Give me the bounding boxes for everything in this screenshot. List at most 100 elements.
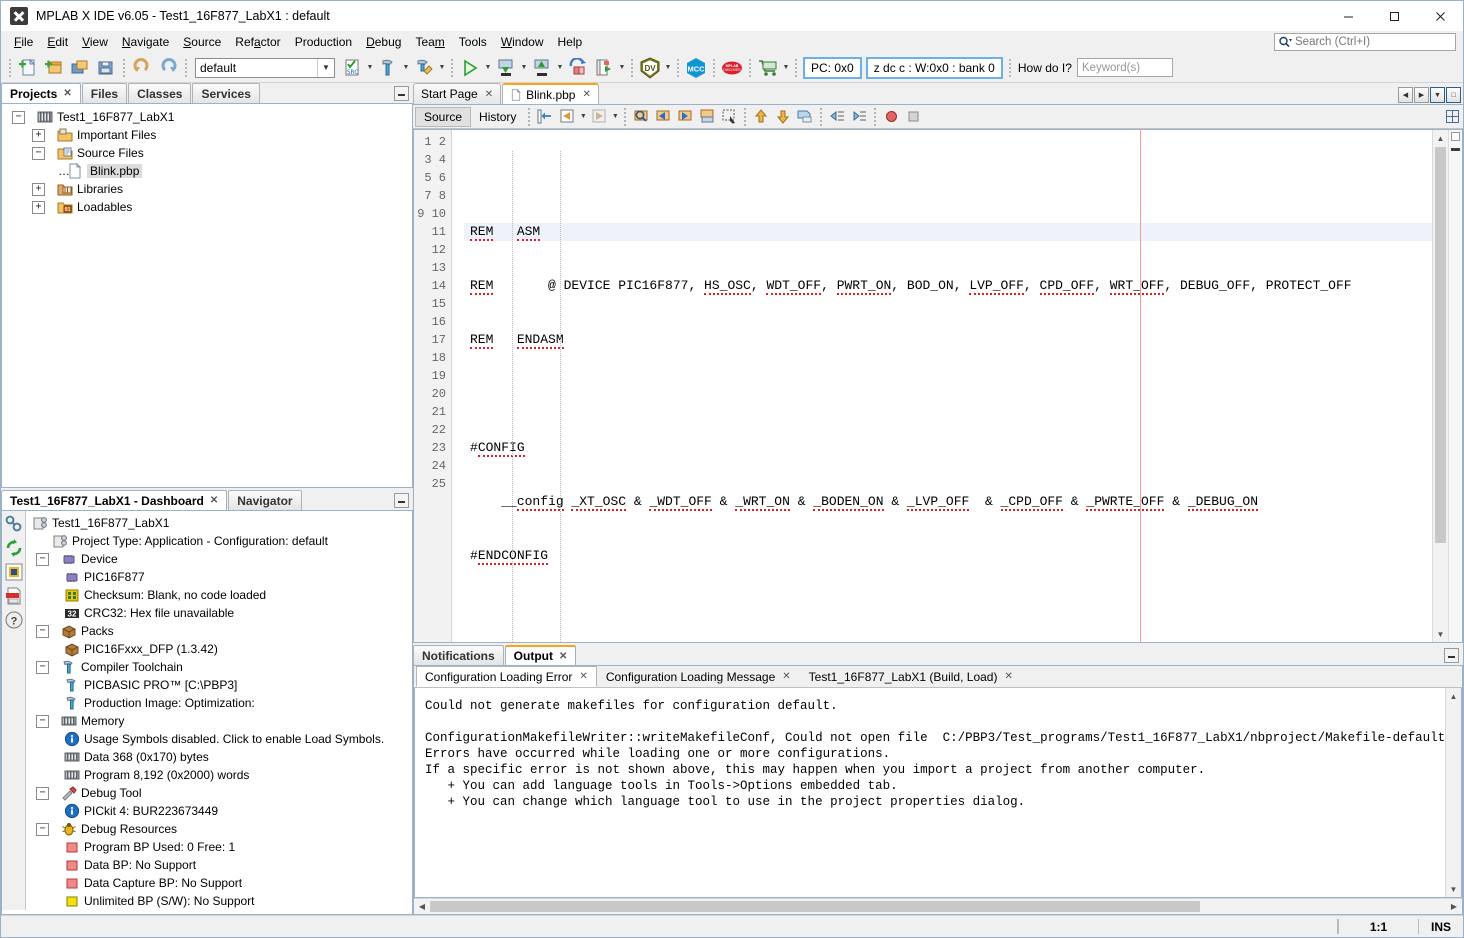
chevron-down-icon[interactable]: ▼ [437,57,447,79]
mcc-icon[interactable]: MCC [683,55,709,81]
chevron-down-icon[interactable]: ▼ [663,57,673,79]
dash-row-debug-tool[interactable]: − Debug Tool [30,784,412,802]
menu-view[interactable]: View [75,33,115,51]
hold-in-reset-icon[interactable] [565,55,591,81]
dash-row-dfp[interactable]: PIC16Fxxx_DFP (1.3.42) [30,640,412,658]
output-vertical-scrollbar[interactable]: ▲ ▼ [1445,688,1461,897]
chevron-down-icon[interactable]: ▼ [365,57,375,79]
menu-window[interactable]: Window [494,33,551,51]
shift-line-left-icon[interactable] [826,107,848,127]
stop-icon[interactable] [4,562,24,582]
refresh-debug-tool-status-icon[interactable] [4,538,24,558]
back-icon[interactable] [556,107,578,127]
dash-row-usage-symbols[interactable]: Usage Symbols disabled. Click to enable … [30,730,412,748]
menu-tools[interactable]: Tools [452,33,494,51]
prev-tab-icon[interactable]: ◀ [1398,87,1413,103]
expander-icon[interactable]: − [36,787,49,800]
dv-data-visualizer-icon[interactable]: DV [637,55,663,81]
start-macro-recording-icon[interactable] [880,107,902,127]
tree-node-important-files[interactable]: + Important Files [8,126,412,144]
run-project-icon[interactable] [457,55,483,81]
chevron-down-icon[interactable]: ▼ [401,57,411,79]
dash-row-production-image[interactable]: Production Image: Optimization: [30,694,412,712]
close-icon[interactable]: ✕ [582,89,590,100]
dash-row-crc32[interactable]: 32 CRC32: Hex file unavailable [30,604,412,622]
debug-project-icon[interactable] [591,55,617,81]
dash-row-program-words[interactable]: Program 8,192 (0x2000) words [30,766,412,784]
chevron-down-icon[interactable]: ▼ [781,57,791,79]
project-properties-icon[interactable] [4,514,24,534]
chevron-down-icon[interactable]: ▼ [610,106,620,128]
forward-icon[interactable] [588,107,610,127]
scroll-right-icon[interactable]: ▶ [1446,899,1462,915]
last-edit-icon[interactable] [534,107,556,127]
shift-line-down-icon[interactable] [772,107,794,127]
output-horizontal-scrollbar[interactable]: ◀ ▶ [414,898,1462,914]
new-project-icon[interactable] [41,55,67,81]
dash-row-debug-resources[interactable]: − Debug Resources [30,820,412,838]
read-device-memory-icon[interactable] [529,55,555,81]
build-project-icon[interactable] [375,55,401,81]
error-stripe-column[interactable] [1448,130,1462,642]
close-icon[interactable]: ✕ [63,88,71,99]
subtab-configuration-loading-error[interactable]: Configuration Loading Error ✕ [416,666,597,687]
dash-row-pic16f877[interactable]: PIC16F877 [30,568,412,586]
dash-row-device[interactable]: − Device [30,550,412,568]
export-pdf-icon[interactable] [4,586,24,606]
rectangular-selection-icon[interactable] [718,107,740,127]
tab-dashboard[interactable]: Test1_16F877_LabX1 - Dashboard ✕ [1,490,227,510]
expander-icon[interactable]: + [32,129,45,142]
toggle-bookmark-icon[interactable] [696,107,718,127]
expander-icon[interactable]: − [36,715,49,728]
make-and-program-device-icon[interactable] [493,55,519,81]
expander-icon[interactable]: − [36,823,49,836]
open-project-icon[interactable] [67,55,93,81]
code-editor[interactable]: 1 2 3 4 5 6 7 8 9 10 11 12 13 14 15 16 1… [413,129,1463,643]
expander-icon[interactable]: − [32,147,45,160]
dash-row-packs[interactable]: − Packs [30,622,412,640]
tab-output[interactable]: Output ✕ [505,645,577,665]
menu-help[interactable]: Help [551,33,590,51]
grid-toggle-icon[interactable] [1441,107,1463,127]
menu-team[interactable]: Team [408,33,451,51]
scroll-up-icon[interactable]: ▲ [1446,688,1462,704]
editor-tab-blink-pbp[interactable]: Blink.pbp ✕ [502,83,599,104]
register-status-field[interactable]: z dc c : W:0x0 : bank 0 [866,57,1003,79]
stop-macro-recording-icon[interactable] [902,107,924,127]
keywords-input[interactable]: Keyword(s) [1077,58,1173,77]
tree-node-source-files[interactable]: − Source Files [8,144,412,162]
expander-icon[interactable]: − [36,661,49,674]
save-all-icon[interactable] [93,55,119,81]
tab-list-icon[interactable]: ▼ [1430,87,1445,103]
scroll-left-icon[interactable]: ◀ [414,899,430,915]
tab-files[interactable]: Files [82,83,127,103]
chevron-down-icon[interactable]: ▼ [555,57,565,79]
find-selection-icon[interactable] [630,107,652,127]
expander-icon[interactable]: − [36,625,49,638]
help-icon[interactable]: ? [4,610,24,630]
menu-production[interactable]: Production [288,33,359,51]
undo-icon[interactable] [129,55,155,81]
dash-row-checksum[interactable]: Checksum: Blank, no code loaded [30,586,412,604]
dash-row-project-type[interactable]: Project Type: Application - Configuratio… [30,532,412,550]
clean-and-build-icon[interactable] [411,55,437,81]
dash-row-data-capture-bp[interactable]: Data Capture BP: No Support [30,874,412,892]
chevron-down-icon[interactable]: ▼ [317,59,334,77]
close-icon[interactable]: ✕ [485,89,493,100]
expander-icon[interactable]: − [36,553,49,566]
chevron-down-icon[interactable]: ▼ [617,57,627,79]
dash-row-project[interactable]: Test1_16F877_LabX1 [30,514,412,532]
tab-projects[interactable]: Projects ✕ [1,83,81,103]
tab-notifications[interactable]: Notifications [413,645,504,665]
next-tab-icon[interactable]: ▶ [1414,87,1429,103]
minimize-button[interactable] [1325,1,1371,31]
error-mark[interactable] [1451,148,1460,151]
dash-row-memory[interactable]: − Memory [30,712,412,730]
redo-icon[interactable] [155,55,181,81]
tree-node-blink-pbp[interactable]: … Blink.pbp [8,162,412,180]
chevron-down-icon[interactable]: ▼ [483,57,493,79]
tree-node-libraries[interactable]: + Libraries [8,180,412,198]
comment-icon[interactable] [794,107,816,127]
expander-icon[interactable]: + [32,183,45,196]
maximize-button[interactable] [1371,1,1417,31]
